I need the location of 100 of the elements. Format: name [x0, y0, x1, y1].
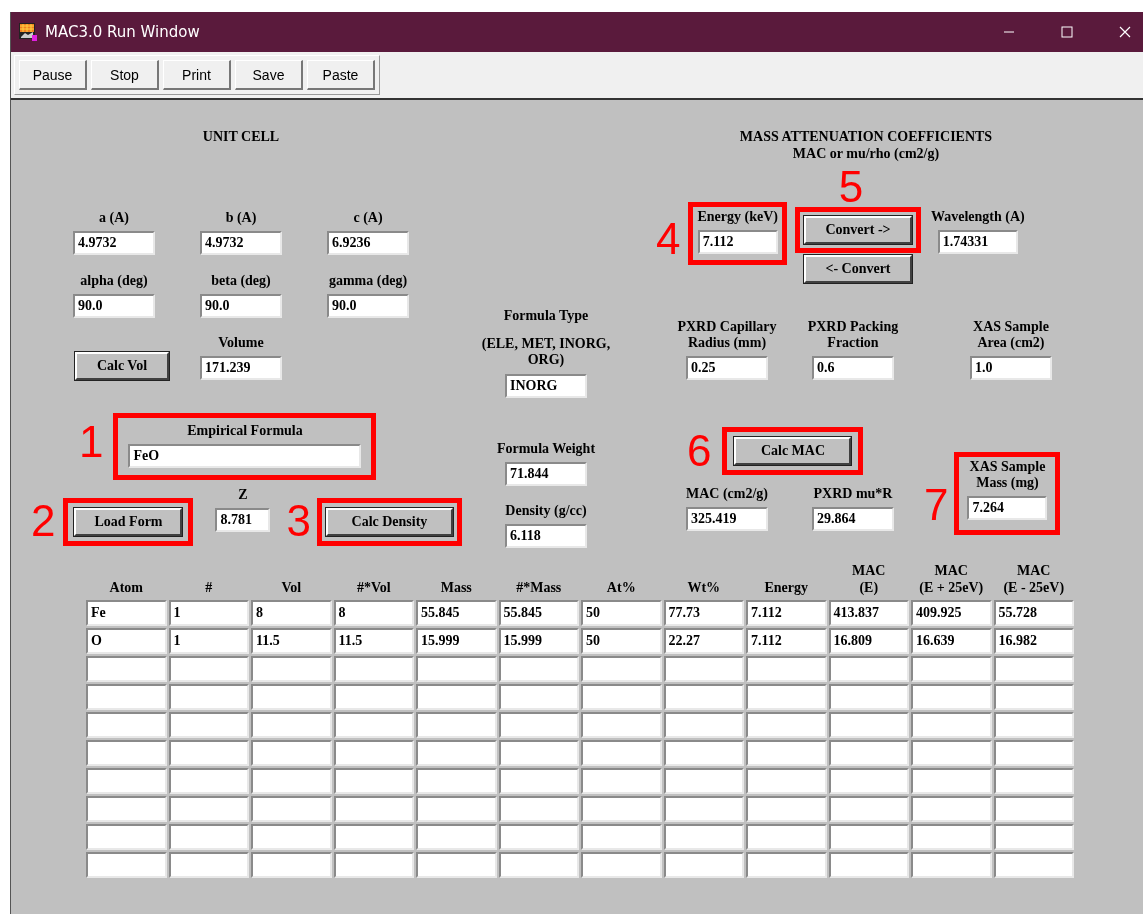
table-cell[interactable]: 1 [168, 628, 249, 654]
text-field[interactable]: INORG [505, 374, 587, 398]
table-cell[interactable]: 55.728 [993, 600, 1074, 626]
table-cell[interactable] [746, 824, 827, 850]
table-cell[interactable] [746, 740, 827, 766]
table-cell[interactable] [333, 796, 414, 822]
table-cell[interactable]: 77.73 [663, 600, 744, 626]
table-cell[interactable] [498, 852, 579, 878]
table-cell[interactable] [993, 712, 1074, 738]
table-cell[interactable] [498, 740, 579, 766]
table-cell[interactable]: 8 [251, 600, 332, 626]
table-cell[interactable] [581, 824, 662, 850]
table-cell[interactable] [746, 656, 827, 682]
text-field[interactable]: 4.9732 [200, 231, 282, 255]
table-cell[interactable] [168, 796, 249, 822]
table-cell[interactable]: 409.925 [911, 600, 992, 626]
table-cell[interactable] [663, 768, 744, 794]
text-field[interactable]: 171.239 [200, 356, 282, 380]
table-cell[interactable] [498, 768, 579, 794]
table-cell[interactable] [86, 824, 167, 850]
text-field[interactable]: 6.9236 [327, 231, 409, 255]
table-cell[interactable] [86, 656, 167, 682]
table-cell[interactable] [251, 852, 332, 878]
table-cell[interactable] [168, 712, 249, 738]
table-cell[interactable] [168, 824, 249, 850]
table-cell[interactable] [828, 684, 909, 710]
toolbar-button[interactable]: Pause [19, 60, 87, 90]
calc-mac-button[interactable]: Calc MAC [734, 437, 852, 465]
table-cell[interactable] [498, 712, 579, 738]
table-cell[interactable]: 11.5 [333, 628, 414, 654]
table-cell[interactable] [993, 796, 1074, 822]
table-cell[interactable] [993, 684, 1074, 710]
text-field[interactable]: 0.6 [812, 356, 894, 380]
text-field[interactable]: 4.9732 [73, 231, 155, 255]
text-field[interactable]: 90.0 [73, 294, 155, 318]
table-cell[interactable] [828, 824, 909, 850]
table-cell[interactable] [746, 852, 827, 878]
table-cell[interactable] [663, 684, 744, 710]
table-cell[interactable] [333, 768, 414, 794]
table-cell[interactable] [86, 684, 167, 710]
table-cell[interactable] [581, 684, 662, 710]
table-cell[interactable] [581, 852, 662, 878]
table-cell[interactable] [828, 768, 909, 794]
table-cell[interactable] [911, 740, 992, 766]
table-cell[interactable] [663, 796, 744, 822]
table-cell[interactable] [663, 852, 744, 878]
table-cell[interactable]: 50 [581, 628, 662, 654]
table-cell[interactable] [251, 824, 332, 850]
table-cell[interactable] [828, 712, 909, 738]
table-cell[interactable] [333, 824, 414, 850]
table-cell[interactable] [333, 852, 414, 878]
table-cell[interactable] [168, 684, 249, 710]
table-cell[interactable]: 22.27 [663, 628, 744, 654]
table-cell[interactable] [333, 740, 414, 766]
table-cell[interactable] [333, 712, 414, 738]
table-cell[interactable] [828, 852, 909, 878]
text-field[interactable]: 1.74331 [937, 230, 1018, 254]
table-cell[interactable] [828, 740, 909, 766]
load-form-button[interactable]: Load Form [74, 508, 183, 536]
table-cell[interactable] [86, 712, 167, 738]
table-cell[interactable] [498, 656, 579, 682]
table-cell[interactable] [911, 684, 992, 710]
table-cell[interactable] [993, 852, 1074, 878]
table-cell[interactable] [581, 712, 662, 738]
table-cell[interactable]: 16.982 [993, 628, 1074, 654]
table-cell[interactable] [663, 824, 744, 850]
table-cell[interactable] [416, 740, 497, 766]
table-cell[interactable] [663, 656, 744, 682]
table-cell[interactable] [911, 824, 992, 850]
text-field[interactable]: 90.0 [327, 294, 409, 318]
table-cell[interactable]: 7.112 [746, 600, 827, 626]
table-cell[interactable]: 1 [168, 600, 249, 626]
table-cell[interactable]: 55.845 [416, 600, 497, 626]
toolbar-button[interactable]: Paste [307, 60, 375, 90]
table-cell[interactable] [251, 796, 332, 822]
table-cell[interactable] [251, 684, 332, 710]
text-field[interactable]: 90.0 [200, 294, 282, 318]
table-cell[interactable] [911, 796, 992, 822]
table-cell[interactable]: 413.837 [828, 600, 909, 626]
table-cell[interactable] [993, 768, 1074, 794]
text-field[interactable]: 1.0 [970, 356, 1052, 380]
table-cell[interactable]: 16.639 [911, 628, 992, 654]
table-cell[interactable] [828, 796, 909, 822]
text-field[interactable]: 8.781 [215, 508, 271, 532]
convert-button[interactable]: <- Convert [804, 255, 912, 283]
table-cell[interactable]: 15.999 [498, 628, 579, 654]
text-field[interactable]: 7.264 [967, 496, 1048, 520]
table-cell[interactable] [993, 740, 1074, 766]
text-field[interactable]: 29.864 [812, 507, 894, 531]
table-cell[interactable]: O [86, 628, 167, 654]
table-cell[interactable] [416, 824, 497, 850]
table-cell[interactable] [498, 796, 579, 822]
table-cell[interactable]: 8 [333, 600, 414, 626]
table-cell[interactable] [993, 824, 1074, 850]
text-field[interactable]: 6.118 [505, 524, 587, 548]
table-cell[interactable] [746, 684, 827, 710]
table-cell[interactable] [663, 712, 744, 738]
table-cell[interactable] [416, 796, 497, 822]
toolbar-button[interactable]: Print [163, 60, 231, 90]
table-cell[interactable] [581, 796, 662, 822]
